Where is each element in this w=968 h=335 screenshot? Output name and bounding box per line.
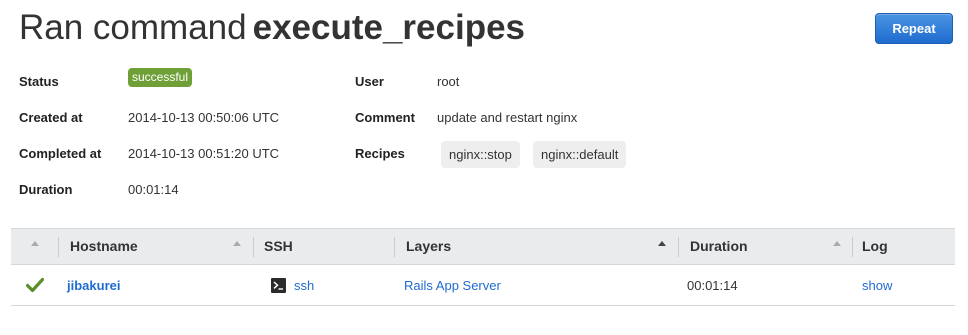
column-divider [852, 237, 853, 257]
duration-value: 00:01:14 [128, 182, 179, 197]
comment-label: Comment [355, 110, 415, 125]
column-header-hostname[interactable]: Hostname [70, 229, 138, 264]
command-name: execute_recipes [252, 8, 526, 47]
recipe-tag: nginx::default [533, 141, 627, 168]
repeat-button[interactable]: Repeat [875, 13, 953, 44]
page-title: Ran command execute_recipes [19, 6, 525, 50]
page-title-prefix: Ran command [19, 8, 247, 47]
recipes-label: Recipes [355, 146, 405, 161]
terminal-icon [271, 278, 286, 293]
duration-label: Duration [19, 182, 73, 197]
user-label: User [355, 74, 384, 89]
hostname-link[interactable]: jibakurei [67, 265, 120, 306]
command-detail-page: Ran command execute_recipes Repeat Status… [0, 0, 968, 335]
table-row: jibakurei ssh Rails App Server 00:01:14 … [11, 265, 955, 306]
ssh-link[interactable]: ssh [294, 265, 314, 306]
sort-layers-arrow-icon[interactable] [658, 241, 666, 246]
column-header-log: Log [862, 238, 888, 254]
recipe-tag: nginx::stop [441, 141, 520, 168]
status-badge: successful [128, 68, 193, 87]
column-header-duration[interactable]: Duration [690, 229, 748, 264]
completed-at-label: Completed at [19, 146, 102, 161]
sort-hostname-arrow-icon[interactable] [233, 241, 241, 246]
column-header-ssh: SSH [264, 238, 293, 254]
column-divider [253, 237, 254, 257]
created-at-label: Created at [19, 110, 83, 125]
column-header-layers[interactable]: Layers [406, 229, 451, 264]
row-duration: 00:01:14 [687, 278, 738, 293]
column-divider [678, 237, 679, 257]
created-at-value: 2014-10-13 00:50:06 UTC [128, 110, 280, 125]
check-icon [26, 277, 44, 293]
comment-value: update and restart nginx [437, 110, 578, 125]
instances-table-header: Hostname SSH Layers Duration Log [11, 228, 955, 265]
show-log-link[interactable]: show [862, 265, 892, 306]
completed-at-value: 2014-10-13 00:51:20 UTC [128, 146, 280, 161]
layer-link[interactable]: Rails App Server [404, 265, 501, 306]
column-divider [394, 237, 395, 257]
sort-duration-arrow-icon[interactable] [833, 241, 841, 246]
status-label: Status [19, 74, 59, 89]
user-value: root [437, 74, 460, 89]
column-divider [58, 237, 59, 257]
sort-status-arrow-icon[interactable] [31, 241, 39, 246]
